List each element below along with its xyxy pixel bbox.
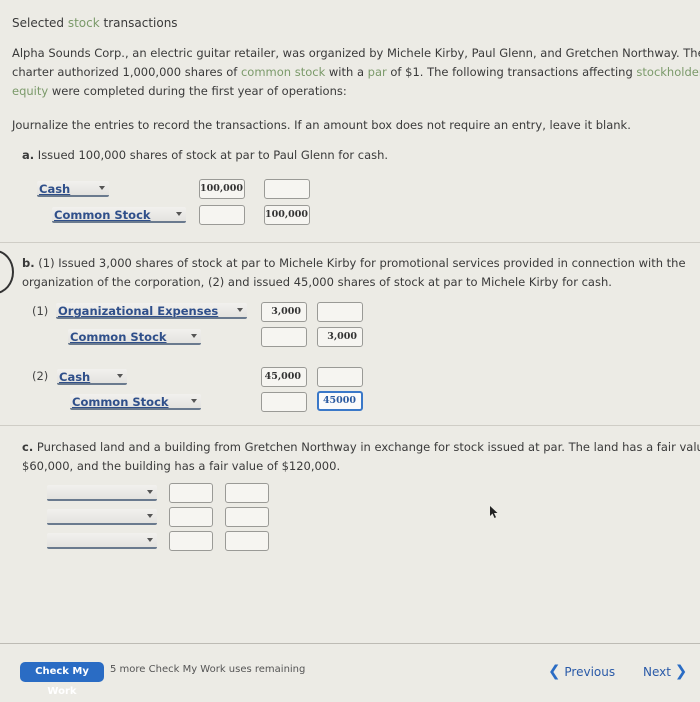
chevron-down-icon (147, 514, 153, 518)
chevron-down-icon (237, 308, 243, 312)
glossary-link-equity[interactable]: equity (12, 84, 48, 98)
problem-description: Alpha Sounds Corp., an electric guitar r… (12, 44, 700, 101)
debit-input-b1-1[interactable]: 3,000 (261, 302, 307, 322)
instructions: Journalize the entries to record the tra… (12, 118, 631, 132)
account-select-b2-2[interactable]: Common Stock (70, 394, 201, 410)
credit-input-c-1[interactable] (225, 483, 269, 503)
chevron-down-icon (99, 186, 105, 190)
chevron-left-icon: ❮ (548, 662, 561, 680)
account-select-b2-1[interactable]: Cash (57, 369, 127, 385)
glossary-link-stock[interactable]: stock (68, 16, 100, 30)
glossary-link-par[interactable]: par (368, 65, 387, 79)
credit-input-b1-1[interactable] (317, 302, 363, 322)
footer-divider (0, 643, 700, 644)
credit-input-b1-2[interactable]: 3,000 (317, 327, 363, 347)
debit-input-a-2[interactable] (199, 205, 245, 225)
debit-input-c-2[interactable] (169, 507, 213, 527)
credit-input-a-2[interactable]: 100,000 (264, 205, 310, 225)
debit-input-c-1[interactable] (169, 483, 213, 503)
check-my-work-button[interactable]: Check My Work (20, 662, 104, 697)
debit-input-c-3[interactable] (169, 531, 213, 551)
mouse-cursor-icon (490, 506, 498, 518)
chevron-down-icon (191, 334, 197, 338)
account-select-b1-1[interactable]: Organizational Expenses (56, 303, 247, 319)
chevron-right-icon: ❯ (674, 662, 688, 680)
chevron-down-icon (191, 399, 197, 403)
account-select-c-3[interactable] (47, 533, 157, 549)
section-divider (0, 425, 700, 426)
account-select-c-1[interactable] (47, 485, 157, 501)
credit-input-c-3[interactable] (225, 531, 269, 551)
section-divider (0, 242, 700, 243)
question-b: b. (1) Issued 3,000 shares of stock at p… (22, 256, 686, 289)
debit-input-a-1[interactable]: 100,000 (199, 179, 245, 199)
account-select-b1-2[interactable]: Common Stock (68, 329, 201, 345)
entry-label-b2: (2) (32, 369, 49, 383)
credit-input-b2-2[interactable]: 45000 (317, 391, 363, 411)
debit-input-b2-2[interactable] (261, 392, 307, 412)
credit-input-b2-1[interactable] (317, 367, 363, 387)
debit-input-b1-2[interactable] (261, 327, 307, 347)
check-uses-remaining: 5 more Check My Work uses remaining (110, 664, 306, 675)
account-select-a-2[interactable]: Common Stock (52, 207, 186, 223)
question-c: c. Purchased land and a building from Gr… (22, 440, 700, 473)
previous-button[interactable]: ❮ Previous (548, 662, 615, 680)
sidebar-edge-circle (0, 250, 14, 294)
debit-input-b2-1[interactable]: 45,000 (261, 367, 307, 387)
chevron-down-icon (176, 212, 182, 216)
page-title: Selected stock transactions (12, 16, 178, 30)
chevron-down-icon (117, 374, 123, 378)
question-a: a. Issued 100,000 shares of stock at par… (22, 148, 389, 162)
credit-input-a-1[interactable] (264, 179, 310, 199)
next-button[interactable]: Next ❯ (643, 662, 687, 680)
glossary-link-stockholders[interactable]: stockholders' (636, 65, 700, 79)
account-select-a-1[interactable]: Cash (37, 181, 109, 197)
entry-label-b1: (1) (32, 304, 49, 318)
chevron-down-icon (147, 538, 153, 542)
credit-input-c-2[interactable] (225, 507, 269, 527)
glossary-link-common-stock[interactable]: common stock (241, 65, 325, 79)
account-select-c-2[interactable] (47, 509, 157, 525)
chevron-down-icon (147, 490, 153, 494)
